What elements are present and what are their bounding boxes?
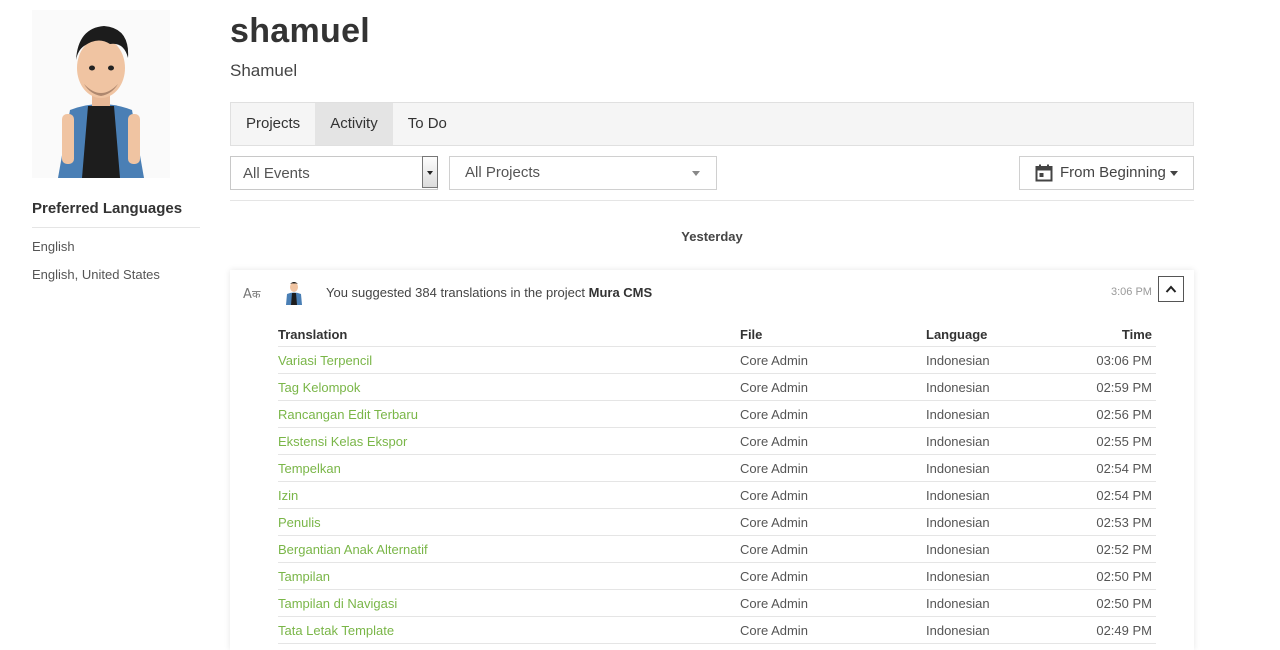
translation-link[interactable]: Rancangan Edit Terbaru (278, 400, 740, 428)
table-row: Bergantian Anak Alternatif Core Admin Indo… (278, 535, 1156, 563)
preferred-languages-title: Preferred Languages (32, 200, 200, 228)
tab-todo[interactable]: To Do (393, 103, 462, 145)
profile-tabs: Projects Activity To Do (230, 102, 1194, 146)
activity-card: A क You suggested 384 translations in th… (230, 270, 1194, 650)
time-cell: 02:53 PM (1056, 508, 1156, 536)
language-cell: Indonesian (926, 562, 1056, 590)
calendar-icon (1035, 164, 1053, 186)
translation-link[interactable]: Tata Letak Template (278, 616, 740, 644)
caret-down-icon (1170, 171, 1178, 176)
file-cell: Core Admin (740, 562, 926, 590)
translation-link[interactable]: Izin (278, 481, 740, 509)
language-cell: Indonesian (926, 535, 1056, 563)
time-cell: 02:54 PM (1056, 481, 1156, 509)
file-cell: Core Admin (740, 535, 926, 563)
time-cell: 02:59 PM (1056, 373, 1156, 401)
language-cell: Indonesian (926, 346, 1056, 374)
events-select-value: All Events (243, 165, 310, 182)
date-range-label: From Beginning (1060, 164, 1166, 181)
translation-link[interactable]: Tampilan di Navigasi (278, 589, 740, 617)
table-header-row: Translation File Language Time (278, 322, 1156, 347)
table-row: Tempelkan Core Admin Indonesian 02:54 PM (278, 454, 1156, 482)
preferred-languages-list: English English, United States (32, 237, 200, 284)
table-row: Ekstensi Kelas Ekspor Core Admin Indonesia… (278, 427, 1156, 455)
time-cell: 02:49 PM (1056, 616, 1156, 644)
file-cell: Core Admin (740, 373, 926, 401)
collapse-button[interactable] (1158, 276, 1184, 302)
table-row: Rancangan Edit Terbaru Core Admin Indonesi… (278, 400, 1156, 428)
column-header: Translation (278, 322, 740, 347)
column-header: File (740, 322, 926, 347)
file-cell: Core Admin (740, 508, 926, 536)
activity-time: 3:06 PM (1111, 286, 1152, 298)
events-select[interactable]: All Events (230, 156, 438, 190)
language-item: English, United States (32, 267, 160, 282)
date-range-button[interactable]: From Beginning (1019, 156, 1194, 190)
username-heading: shamuel (230, 12, 371, 50)
file-cell: Core Admin (740, 346, 926, 374)
language-cell: Indonesian (926, 508, 1056, 536)
time-cell: 02:55 PM (1056, 427, 1156, 455)
time-cell: 02:50 PM (1056, 562, 1156, 590)
projects-select-value: All Projects (465, 164, 541, 181)
table-row: Variasi Terpencil Core Admin Indonesian 03:… (278, 346, 1156, 374)
activity-summary: You suggested 384 translations in the pr… (326, 285, 652, 300)
translations-table: Translation File Language Time Variasi T… (278, 322, 1156, 644)
file-cell: Core Admin (740, 616, 926, 644)
file-cell: Core Admin (740, 400, 926, 428)
activity-project-link[interactable]: Mura CMS (589, 285, 653, 300)
profile-avatar (32, 10, 170, 178)
column-header: Time (1056, 322, 1156, 347)
language-cell: Indonesian (926, 427, 1056, 455)
language-cell: Indonesian (926, 481, 1056, 509)
translation-link[interactable]: Tempelkan (278, 454, 740, 482)
caret-down-icon (692, 171, 700, 176)
projects-select[interactable]: All Projects (449, 156, 717, 190)
tab-projects[interactable]: Projects (231, 103, 315, 145)
translation-link[interactable]: Ekstensi Kelas Ekspor (278, 427, 740, 455)
svg-text:A: A (243, 287, 252, 301)
file-cell: Core Admin (740, 454, 926, 482)
caret-down-icon[interactable] (422, 156, 438, 188)
user-avatar (285, 281, 303, 310)
table-row: Tampilan di Navigasi Core Admin Indonesian… (278, 589, 1156, 617)
tab-activity[interactable]: Activity (315, 103, 393, 145)
file-cell: Core Admin (740, 481, 926, 509)
divider (230, 200, 1194, 201)
table-row: Tata Letak Template Core Admin Indonesian 0… (278, 616, 1156, 644)
time-cell: 02:50 PM (1056, 589, 1156, 617)
display-name: Shamuel (230, 61, 298, 80)
table-row: Tampilan Core Admin Indonesian 02:50 PM (278, 562, 1156, 590)
table-row: Tag Kelompok Core Admin Indonesian 02:59 PM (278, 373, 1156, 401)
table-row: Izin Core Admin Indonesian 02:54 PM (278, 481, 1156, 509)
time-cell: 02:56 PM (1056, 400, 1156, 428)
translate-icon: A क (243, 285, 263, 304)
language-item: English (32, 239, 75, 254)
column-header: Language (926, 322, 1056, 347)
svg-text:क: क (252, 288, 261, 301)
time-cell: 02:52 PM (1056, 535, 1156, 563)
language-cell: Indonesian (926, 400, 1056, 428)
language-cell: Indonesian (926, 454, 1056, 482)
table-row: Penulis Core Admin Indonesian 02:53 PM (278, 508, 1156, 536)
avatar-illustration (32, 10, 170, 178)
time-cell: 03:06 PM (1056, 346, 1156, 374)
file-cell: Core Admin (740, 427, 926, 455)
activity-filters: All Events All Projects From Beginning (230, 156, 1194, 190)
translation-link[interactable]: Tag Kelompok (278, 373, 740, 401)
day-group-label: Yesterday (681, 229, 743, 244)
language-cell: Indonesian (926, 616, 1056, 644)
activity-summary-text: You suggested 384 translations in the pr… (326, 285, 585, 300)
profile-sidebar: Preferred Languages English English, Uni… (32, 10, 200, 284)
translation-link[interactable]: Variasi Terpencil (278, 346, 740, 374)
translation-link[interactable]: Tampilan (278, 562, 740, 590)
file-cell: Core Admin (740, 589, 926, 617)
translation-link[interactable]: Penulis (278, 508, 740, 536)
language-cell: Indonesian (926, 373, 1056, 401)
language-cell: Indonesian (926, 589, 1056, 617)
time-cell: 02:54 PM (1056, 454, 1156, 482)
translation-link[interactable]: Bergantian Anak Alternatif (278, 535, 740, 563)
chevron-up-icon (1165, 285, 1177, 293)
